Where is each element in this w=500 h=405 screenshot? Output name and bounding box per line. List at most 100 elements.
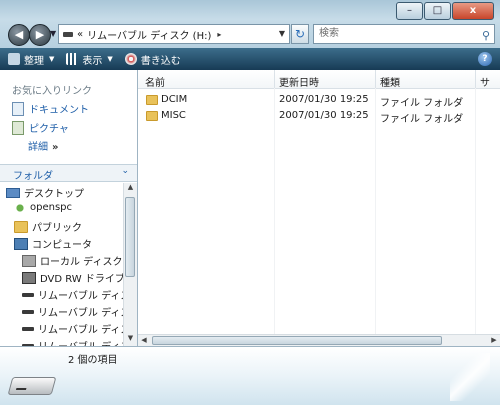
- back-button[interactable]: ◀: [8, 24, 30, 46]
- command-bar: 整理 ▼ 表示 ▼ 書き込む ?: [0, 48, 500, 70]
- scrollbar-thumb[interactable]: [125, 197, 135, 277]
- help-icon[interactable]: ?: [478, 52, 492, 66]
- tree-item-computer[interactable]: コンピュータ: [14, 236, 92, 251]
- favorite-links-more[interactable]: 詳細 »: [28, 138, 58, 153]
- tree-item-label: リムーバブル ディスク: [38, 338, 124, 346]
- file-name: DCIM: [161, 94, 188, 105]
- maximize-button[interactable]: □: [424, 2, 451, 20]
- column-header-size[interactable]: サ: [480, 74, 490, 89]
- file-type: ファイル フォルダ: [380, 98, 464, 109]
- address-bar[interactable]: « リムーバブル ディスク (H:) ▸: [58, 24, 290, 44]
- tree-item-label: リムーバブル ディスク: [38, 325, 124, 336]
- tree-item-label: リムーバブル ディスク: [38, 291, 124, 302]
- folder-icon: [14, 220, 28, 233]
- removable-drive-icon: [22, 309, 34, 314]
- folder-tree-scrollbar[interactable]: ▲ ▼: [123, 183, 137, 346]
- organize-label: 整理: [24, 55, 44, 67]
- file-modified: 2007/01/30 19:25: [279, 110, 369, 121]
- recent-pages-dropdown[interactable]: ▼: [50, 29, 56, 38]
- favorite-links-title: お気に入りリンク: [12, 86, 92, 97]
- chevron-down-icon: ⌄: [121, 166, 129, 176]
- tree-item-dvd-drive[interactable]: DVD RW ドライブ (I: [22, 270, 124, 285]
- tree-item-removable-disk[interactable]: リムーバブル ディスク: [22, 287, 124, 302]
- tree-item-label: パブリック: [32, 223, 82, 234]
- tree-item-label: ローカル ディスク (C: [40, 257, 124, 268]
- organize-icon: [8, 53, 20, 65]
- minimize-button[interactable]: –: [396, 2, 423, 20]
- drive-icon: [63, 31, 73, 37]
- scroll-up-icon[interactable]: ▲: [124, 183, 137, 195]
- tree-item-removable-disk[interactable]: リムーバブル ディスク: [22, 304, 124, 319]
- folder-icon: [146, 111, 158, 121]
- scroll-right-icon[interactable]: ▶: [488, 335, 500, 346]
- view-icon: [66, 53, 79, 65]
- column-divider[interactable]: [375, 70, 376, 88]
- column-headers: 名前 更新日時 種類 サ: [138, 70, 500, 89]
- user-icon: [14, 202, 26, 213]
- tree-item-label: openspc: [30, 202, 73, 213]
- details-pane: 2 個の項目: [0, 346, 500, 405]
- search-input[interactable]: 検索 ⚲: [313, 24, 495, 44]
- file-modified: 2007/01/30 19:25: [279, 94, 369, 105]
- column-header-modified[interactable]: 更新日時: [279, 74, 319, 89]
- column-guide: [475, 88, 476, 334]
- documents-icon: [12, 101, 24, 116]
- column-divider[interactable]: [475, 70, 476, 88]
- pictures-icon: [12, 120, 24, 135]
- address-segment[interactable]: リムーバブル ディスク (H:): [83, 27, 211, 42]
- dvd-drive-icon: [22, 271, 36, 284]
- search-placeholder: 検索: [319, 28, 339, 39]
- address-arrow-icon[interactable]: ▸: [217, 30, 221, 39]
- removable-drive-icon: [22, 326, 34, 331]
- column-guide: [375, 88, 376, 334]
- file-type: ファイル フォルダ: [380, 114, 464, 125]
- view-dropdown-icon: ▼: [107, 55, 113, 63]
- more-chevron-icon: »: [52, 142, 59, 153]
- more-label: 詳細: [28, 142, 48, 153]
- file-row-dcim[interactable]: DCIM 2007/01/30 19:25 ファイル フォルダ: [138, 92, 500, 109]
- tree-item-openspc[interactable]: openspc: [14, 202, 72, 213]
- file-list: 名前 更新日時 種類 サ DCIM 2007/01/30 19:25 ファイル …: [138, 70, 500, 347]
- title-bar: – □ x ◀ ▶ ▼ « リムーバブル ディスク (H:) ▸ ▼ ↻ 検索 …: [0, 0, 500, 48]
- tree-item-local-disk[interactable]: ローカル ディスク (C: [22, 253, 124, 268]
- burn-disc-icon: [124, 53, 137, 65]
- view-button[interactable]: 表示 ▼: [66, 52, 113, 67]
- scroll-down-icon[interactable]: ▼: [124, 334, 137, 346]
- folder-icon: [146, 95, 158, 105]
- burn-button[interactable]: 書き込む: [124, 52, 181, 67]
- computer-icon: [14, 237, 28, 250]
- desktop-icon: [6, 187, 20, 198]
- column-guide: [274, 88, 275, 334]
- tree-item-removable-disk[interactable]: リムーバブル ディスク: [22, 321, 124, 336]
- favorite-link-label: ドキュメント: [29, 105, 89, 116]
- tree-item-label: デスクトップ: [24, 189, 84, 200]
- column-header-name[interactable]: 名前: [145, 74, 165, 89]
- organize-dropdown-icon: ▼: [49, 55, 55, 63]
- tree-item-label: コンピュータ: [32, 240, 92, 251]
- favorite-link-pictures[interactable]: ピクチャ: [12, 120, 69, 135]
- search-icon[interactable]: ⚲: [482, 27, 490, 45]
- removable-drive-large-icon: [7, 377, 57, 395]
- scrollbar-thumb[interactable]: [152, 336, 442, 345]
- close-button[interactable]: x: [452, 2, 494, 20]
- refresh-button[interactable]: ↻: [291, 24, 309, 44]
- view-label: 表示: [82, 55, 103, 67]
- address-dropdown-icon[interactable]: ▼: [275, 24, 289, 44]
- organize-button[interactable]: 整理 ▼: [8, 52, 54, 67]
- tree-item-desktop[interactable]: デスクトップ: [6, 185, 84, 200]
- tree-item-label: リムーバブル ディスク: [38, 308, 124, 319]
- folders-header[interactable]: フォルダ ⌄: [0, 164, 137, 182]
- window-controls: – □ x: [395, 2, 494, 20]
- removable-drive-icon: [22, 292, 34, 297]
- tree-item-removable-disk[interactable]: リムーバブル ディスク: [22, 338, 124, 346]
- scroll-left-icon[interactable]: ◀: [138, 335, 150, 346]
- favorite-link-label: ピクチャ: [29, 124, 69, 135]
- forward-button[interactable]: ▶: [29, 24, 51, 46]
- column-header-type[interactable]: 種類: [380, 74, 400, 89]
- column-divider[interactable]: [274, 70, 275, 88]
- tree-item-label: DVD RW ドライブ (I: [40, 274, 124, 285]
- explorer-window: – □ x ◀ ▶ ▼ « リムーバブル ディスク (H:) ▸ ▼ ↻ 検索 …: [0, 0, 500, 405]
- favorite-link-documents[interactable]: ドキュメント: [12, 101, 89, 116]
- tree-item-public[interactable]: パブリック: [14, 219, 82, 234]
- file-row-misc[interactable]: MISC 2007/01/30 19:25 ファイル フォルダ: [138, 108, 500, 125]
